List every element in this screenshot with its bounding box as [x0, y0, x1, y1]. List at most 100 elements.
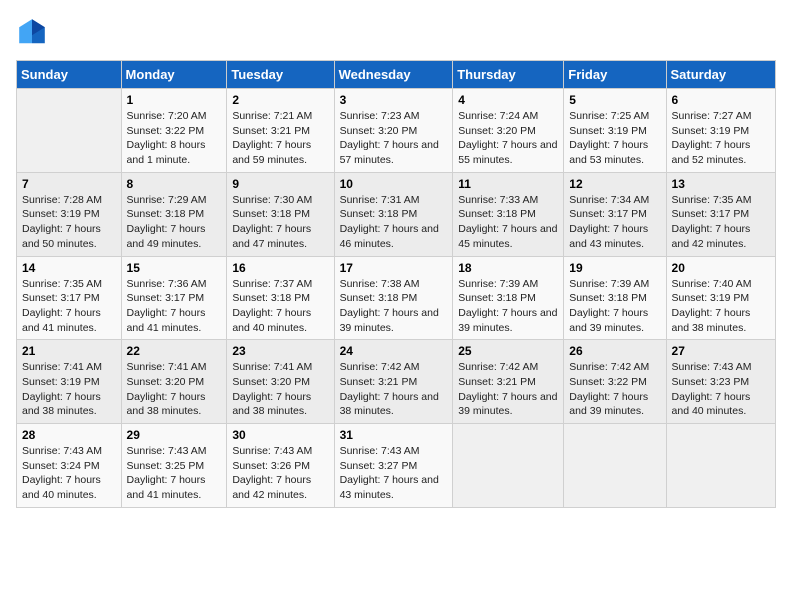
calendar-week-1: 1 Sunrise: 7:20 AMSunset: 3:22 PMDaylight…: [17, 89, 776, 173]
day-number: 12: [569, 177, 660, 191]
day-info: Sunrise: 7:43 AMSunset: 3:24 PMDaylight:…: [22, 444, 116, 503]
day-info: Sunrise: 7:34 AMSunset: 3:17 PMDaylight:…: [569, 193, 660, 252]
calendar-cell: 23 Sunrise: 7:41 AMSunset: 3:20 PMDayligh…: [227, 340, 334, 424]
calendar-cell: 1 Sunrise: 7:20 AMSunset: 3:22 PMDaylight…: [121, 89, 227, 173]
calendar-cell: 17 Sunrise: 7:38 AMSunset: 3:18 PMDayligh…: [334, 256, 453, 340]
weekday-header-wednesday: Wednesday: [334, 61, 453, 89]
day-info: Sunrise: 7:30 AMSunset: 3:18 PMDaylight:…: [232, 193, 328, 252]
day-number: 17: [340, 261, 448, 275]
calendar-cell: 28 Sunrise: 7:43 AMSunset: 3:24 PMDayligh…: [17, 424, 122, 508]
calendar-cell: 2 Sunrise: 7:21 AMSunset: 3:21 PMDaylight…: [227, 89, 334, 173]
day-info: Sunrise: 7:43 AMSunset: 3:25 PMDaylight:…: [127, 444, 222, 503]
weekday-header-saturday: Saturday: [666, 61, 775, 89]
weekday-header-row: SundayMondayTuesdayWednesdayThursdayFrid…: [17, 61, 776, 89]
weekday-header-sunday: Sunday: [17, 61, 122, 89]
day-number: 23: [232, 344, 328, 358]
calendar-week-2: 7 Sunrise: 7:28 AMSunset: 3:19 PMDaylight…: [17, 172, 776, 256]
calendar-week-4: 21 Sunrise: 7:41 AMSunset: 3:19 PMDayligh…: [17, 340, 776, 424]
day-info: Sunrise: 7:41 AMSunset: 3:20 PMDaylight:…: [232, 360, 328, 419]
calendar-cell: 8 Sunrise: 7:29 AMSunset: 3:18 PMDaylight…: [121, 172, 227, 256]
weekday-header-tuesday: Tuesday: [227, 61, 334, 89]
day-info: Sunrise: 7:39 AMSunset: 3:18 PMDaylight:…: [458, 277, 558, 336]
calendar-cell: 7 Sunrise: 7:28 AMSunset: 3:19 PMDaylight…: [17, 172, 122, 256]
calendar-cell: 26Sunrise: 7:42 AMSunset: 3:22 PMDayligh…: [564, 340, 666, 424]
calendar-cell: 21 Sunrise: 7:41 AMSunset: 3:19 PMDayligh…: [17, 340, 122, 424]
calendar-cell: 11 Sunrise: 7:33 AMSunset: 3:18 PMDayligh…: [453, 172, 564, 256]
calendar-cell: [453, 424, 564, 508]
calendar-table: SundayMondayTuesdayWednesdayThursdayFrid…: [16, 60, 776, 508]
day-number: 30: [232, 428, 328, 442]
calendar-cell: [17, 89, 122, 173]
day-number: 9: [232, 177, 328, 191]
day-number: 7: [22, 177, 116, 191]
day-number: 25: [458, 344, 558, 358]
logo: [16, 16, 52, 48]
day-info: Sunrise: 7:33 AMSunset: 3:18 PMDaylight:…: [458, 193, 558, 252]
calendar-cell: 12 Sunrise: 7:34 AMSunset: 3:17 PMDayligh…: [564, 172, 666, 256]
calendar-body: 1 Sunrise: 7:20 AMSunset: 3:22 PMDaylight…: [17, 89, 776, 508]
day-number: 2: [232, 93, 328, 107]
day-number: 11: [458, 177, 558, 191]
day-info: Sunrise: 7:21 AMSunset: 3:21 PMDaylight:…: [232, 109, 328, 168]
calendar-cell: 24Sunrise: 7:42 AMSunset: 3:21 PMDayligh…: [334, 340, 453, 424]
day-number: 8: [127, 177, 222, 191]
calendar-header: SundayMondayTuesdayWednesdayThursdayFrid…: [17, 61, 776, 89]
calendar-cell: 29 Sunrise: 7:43 AMSunset: 3:25 PMDayligh…: [121, 424, 227, 508]
calendar-cell: 27 Sunrise: 7:43 AMSunset: 3:23 PMDayligh…: [666, 340, 775, 424]
day-number: 21: [22, 344, 116, 358]
weekday-header-thursday: Thursday: [453, 61, 564, 89]
day-number: 15: [127, 261, 222, 275]
calendar-cell: 4 Sunrise: 7:24 AMSunset: 3:20 PMDaylight…: [453, 89, 564, 173]
day-number: 20: [672, 261, 770, 275]
day-number: 10: [340, 177, 448, 191]
day-info: Sunrise: 7:43 AMSunset: 3:23 PMDaylight:…: [672, 360, 770, 419]
day-info: Sunrise: 7:37 AMSunset: 3:18 PMDaylight:…: [232, 277, 328, 336]
calendar-cell: 18Sunrise: 7:39 AMSunset: 3:18 PMDayligh…: [453, 256, 564, 340]
calendar-cell: 14Sunrise: 7:35 AMSunset: 3:17 PMDayligh…: [17, 256, 122, 340]
calendar-cell: [564, 424, 666, 508]
calendar-cell: 22Sunrise: 7:41 AMSunset: 3:20 PMDayligh…: [121, 340, 227, 424]
day-number: 19: [569, 261, 660, 275]
calendar-cell: 19 Sunrise: 7:39 AMSunset: 3:18 PMDayligh…: [564, 256, 666, 340]
day-info: Sunrise: 7:38 AMSunset: 3:18 PMDaylight:…: [340, 277, 448, 336]
calendar-cell: [666, 424, 775, 508]
calendar-cell: 9 Sunrise: 7:30 AMSunset: 3:18 PMDaylight…: [227, 172, 334, 256]
day-info: Sunrise: 7:40 AMSunset: 3:19 PMDaylight:…: [672, 277, 770, 336]
day-number: 4: [458, 93, 558, 107]
calendar-cell: 6Sunrise: 7:27 AMSunset: 3:19 PMDaylight…: [666, 89, 775, 173]
day-info: Sunrise: 7:29 AMSunset: 3:18 PMDaylight:…: [127, 193, 222, 252]
day-info: Sunrise: 7:41 AMSunset: 3:19 PMDaylight:…: [22, 360, 116, 419]
weekday-header-friday: Friday: [564, 61, 666, 89]
day-info: Sunrise: 7:23 AMSunset: 3:20 PMDaylight:…: [340, 109, 448, 168]
day-number: 28: [22, 428, 116, 442]
day-number: 3: [340, 93, 448, 107]
calendar-cell: 31 Sunrise: 7:43 AMSunset: 3:27 PMDayligh…: [334, 424, 453, 508]
day-number: 22: [127, 344, 222, 358]
day-number: 16: [232, 261, 328, 275]
day-number: 29: [127, 428, 222, 442]
calendar-cell: 25Sunrise: 7:42 AMSunset: 3:21 PMDayligh…: [453, 340, 564, 424]
day-info: Sunrise: 7:43 AMSunset: 3:27 PMDaylight:…: [340, 444, 448, 503]
day-info: Sunrise: 7:28 AMSunset: 3:19 PMDaylight:…: [22, 193, 116, 252]
day-info: Sunrise: 7:20 AMSunset: 3:22 PMDaylight:…: [127, 109, 222, 168]
day-info: Sunrise: 7:36 AMSunset: 3:17 PMDaylight:…: [127, 277, 222, 336]
day-info: Sunrise: 7:24 AMSunset: 3:20 PMDaylight:…: [458, 109, 558, 168]
logo-icon: [16, 16, 48, 48]
day-info: Sunrise: 7:35 AMSunset: 3:17 PMDaylight:…: [672, 193, 770, 252]
day-info: Sunrise: 7:27 AMSunset: 3:19 PMDaylight:…: [672, 109, 770, 168]
day-info: Sunrise: 7:43 AMSunset: 3:26 PMDaylight:…: [232, 444, 328, 503]
calendar-cell: 3 Sunrise: 7:23 AMSunset: 3:20 PMDaylight…: [334, 89, 453, 173]
day-number: 26: [569, 344, 660, 358]
day-info: Sunrise: 7:25 AMSunset: 3:19 PMDaylight:…: [569, 109, 660, 168]
page-header: [16, 16, 776, 48]
calendar-week-5: 28 Sunrise: 7:43 AMSunset: 3:24 PMDayligh…: [17, 424, 776, 508]
day-info: Sunrise: 7:39 AMSunset: 3:18 PMDaylight:…: [569, 277, 660, 336]
day-number: 27: [672, 344, 770, 358]
calendar-cell: 13Sunrise: 7:35 AMSunset: 3:17 PMDayligh…: [666, 172, 775, 256]
weekday-header-monday: Monday: [121, 61, 227, 89]
calendar-cell: 10Sunrise: 7:31 AMSunset: 3:18 PMDayligh…: [334, 172, 453, 256]
day-number: 1: [127, 93, 222, 107]
calendar-cell: 30 Sunrise: 7:43 AMSunset: 3:26 PMDayligh…: [227, 424, 334, 508]
calendar-cell: 15 Sunrise: 7:36 AMSunset: 3:17 PMDayligh…: [121, 256, 227, 340]
day-number: 31: [340, 428, 448, 442]
